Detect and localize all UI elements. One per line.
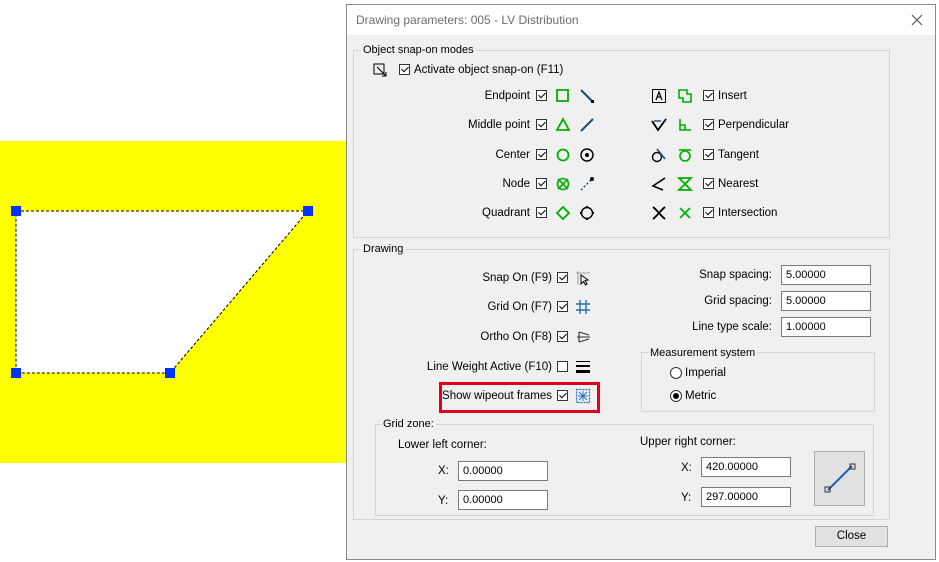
grip-top-right xyxy=(303,206,313,216)
snap-intersection-label: Intersection xyxy=(718,207,778,219)
selected-shape[interactable] xyxy=(0,0,350,562)
snap-tangent-checkbox[interactable] xyxy=(703,149,714,160)
ortho-on-label: Ortho On (F8) xyxy=(480,331,552,343)
node-x-marker-icon xyxy=(556,177,570,191)
measurement-group-label: Measurement system xyxy=(648,347,758,359)
snap-modes-group-label: Object snap-on modes xyxy=(361,44,476,56)
snap-tangent-label: Tangent xyxy=(718,149,759,161)
lower-left-y-input[interactable]: 0.00000 xyxy=(458,490,548,510)
snap-spacing-label: Snap spacing: xyxy=(699,269,772,281)
line-weight-checkbox[interactable] xyxy=(557,361,568,372)
lower-left-label: Lower left corner: xyxy=(398,439,487,451)
snap-on-label: Snap On (F9) xyxy=(482,272,552,284)
metric-radio[interactable] xyxy=(670,390,682,402)
close-icon[interactable] xyxy=(907,10,927,30)
snap-node-label: Node xyxy=(502,178,531,190)
grip-bottom-left xyxy=(11,368,21,378)
ur-y-label: Y: xyxy=(681,492,692,504)
tangent-tool-icon xyxy=(651,148,666,163)
line-weight-icon xyxy=(576,361,590,373)
center-target-icon xyxy=(580,148,594,162)
node-dots-icon xyxy=(580,177,594,191)
lower-left-x-input[interactable]: 0.00000 xyxy=(458,461,548,481)
endpoint-line-icon xyxy=(580,89,594,103)
grip-top-left xyxy=(11,206,21,216)
snap-insert-checkbox[interactable] xyxy=(703,90,714,101)
grid-spacing-input[interactable]: 5.00000 xyxy=(781,291,871,311)
snap-quadrant-checkbox[interactable] xyxy=(536,207,547,218)
snap-center-label: Center xyxy=(495,149,530,161)
ur-x-label: X: xyxy=(681,462,692,474)
intersection-tool-icon xyxy=(652,206,666,220)
drawing-parameters-dialog: Drawing parameters: 005 - LV Distributio… xyxy=(346,4,936,560)
snap-midpoint-label: Middle point xyxy=(467,119,530,131)
grid-zone-group-label: Grid zone: xyxy=(381,418,436,430)
perpendicular-marker-icon xyxy=(679,119,691,131)
line-type-scale-input[interactable]: 1.00000 xyxy=(781,317,871,337)
perpendicular-tool-icon xyxy=(651,118,667,132)
snap-node-checkbox[interactable] xyxy=(536,178,547,189)
grip-bottom-right xyxy=(165,368,175,378)
quadrant-circle-icon xyxy=(580,206,594,220)
snap-insert-label: Insert xyxy=(718,90,747,102)
snap-quadrant-label: Quadrant xyxy=(482,207,530,219)
line-type-scale-label: Line type scale: xyxy=(692,321,772,333)
hourglass-marker-icon xyxy=(677,177,693,191)
snap-perpendicular-label: Perpendicular xyxy=(718,119,789,131)
snap-spacing-input[interactable]: 5.00000 xyxy=(781,265,871,285)
metric-label: Metric xyxy=(685,390,717,402)
nearest-tool-icon xyxy=(651,177,666,191)
grid-on-label: Grid On (F7) xyxy=(487,301,552,313)
upper-right-x-input[interactable]: 420.00000 xyxy=(701,457,791,477)
activate-snap-checkbox[interactable] xyxy=(399,64,410,75)
dialog-title: Drawing parameters: 005 - LV Distributio… xyxy=(356,13,579,27)
grid-zone-group xyxy=(375,424,874,516)
insert-text-icon xyxy=(652,89,666,103)
show-wipeout-checkbox[interactable] xyxy=(557,390,568,401)
x-marker-icon xyxy=(679,207,691,219)
imperial-radio[interactable] xyxy=(670,367,682,379)
grid-on-checkbox[interactable] xyxy=(557,301,568,312)
wipeout-frame-icon xyxy=(575,388,591,404)
show-wipeout-label: Show wipeout frames xyxy=(442,390,552,402)
line-weight-label: Line Weight Active (F10) xyxy=(426,361,552,373)
diamond-marker-icon xyxy=(555,205,571,221)
snap-on-checkbox[interactable] xyxy=(557,272,568,283)
midpoint-line-icon xyxy=(580,118,594,132)
snap-cursor-icon xyxy=(576,271,590,286)
upper-right-y-input[interactable]: 297.00000 xyxy=(701,487,791,507)
triangle-marker-icon xyxy=(555,117,571,131)
activate-snap-label: Activate object snap-on (F11) xyxy=(414,64,564,76)
ortho-on-checkbox[interactable] xyxy=(557,331,568,342)
ll-y-label: Y: xyxy=(438,495,449,507)
snap-modes-group xyxy=(353,50,890,238)
snap-endpoint-checkbox[interactable] xyxy=(536,90,547,101)
measurement-group xyxy=(641,352,875,412)
snap-midpoint-checkbox[interactable] xyxy=(536,119,547,130)
snap-intersection-checkbox[interactable] xyxy=(703,207,714,218)
ortho-icon xyxy=(577,331,590,343)
snap-settings-icon xyxy=(373,63,387,77)
circle-marker-icon xyxy=(556,148,570,162)
pick-grid-zone-button[interactable] xyxy=(814,451,865,506)
snap-nearest-label: Nearest xyxy=(718,178,759,190)
grid-icon xyxy=(576,300,590,314)
snap-nearest-checkbox[interactable] xyxy=(703,178,714,189)
grid-spacing-label: Grid spacing: xyxy=(704,295,772,307)
upper-right-label: Upper right corner: xyxy=(640,436,736,448)
title-bar: Drawing parameters: 005 - LV Distributio… xyxy=(347,5,935,35)
tangent-marker-icon xyxy=(679,149,691,162)
snap-perpendicular-checkbox[interactable] xyxy=(703,119,714,130)
snap-center-checkbox[interactable] xyxy=(536,149,547,160)
snap-endpoint-label: Endpoint xyxy=(484,90,530,102)
shape-polygon xyxy=(15,210,310,374)
ll-x-label: X: xyxy=(438,465,449,477)
insert-marker-icon xyxy=(678,89,692,103)
imperial-label: Imperial xyxy=(685,367,726,379)
drawing-group-label: Drawing xyxy=(361,243,406,255)
pick-diagonal-icon xyxy=(824,463,855,493)
close-button[interactable]: Close xyxy=(815,526,888,547)
square-marker-icon xyxy=(556,89,569,102)
